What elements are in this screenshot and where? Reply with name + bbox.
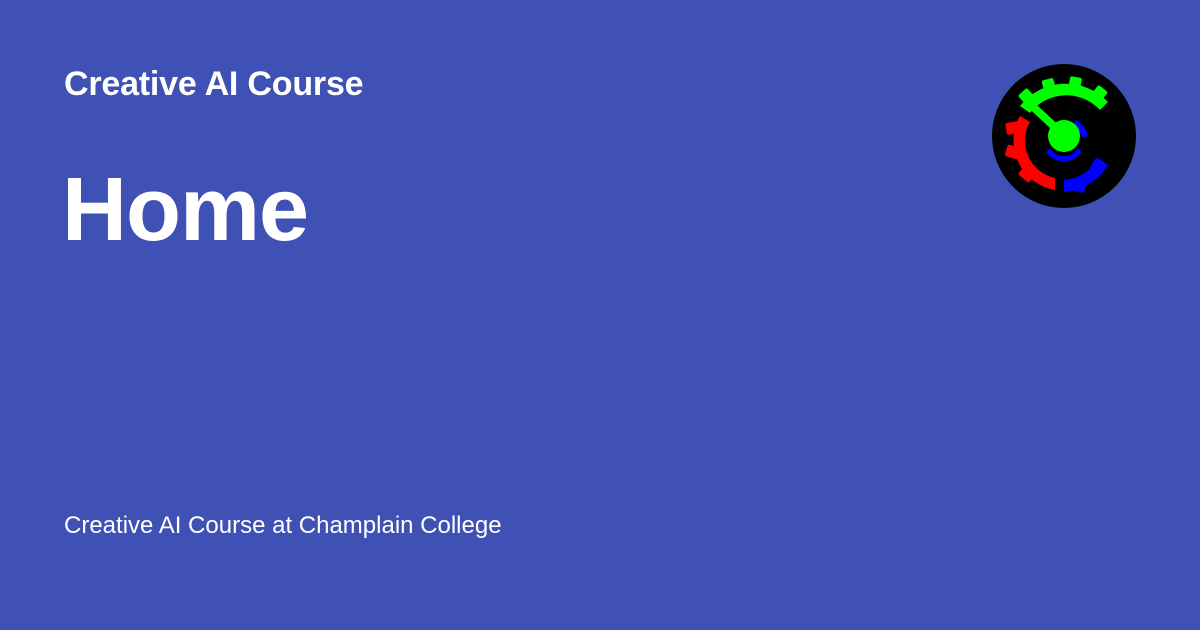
site-name: Creative AI Course [64,65,364,103]
social-card: Creative AI Course Home Creative AI Cour… [0,0,1200,630]
logo-graphic [992,64,1136,208]
gear-logo-icon [992,64,1136,208]
site-description: Creative AI Course at Champlain College [64,512,502,539]
page-title: Home [62,160,309,260]
